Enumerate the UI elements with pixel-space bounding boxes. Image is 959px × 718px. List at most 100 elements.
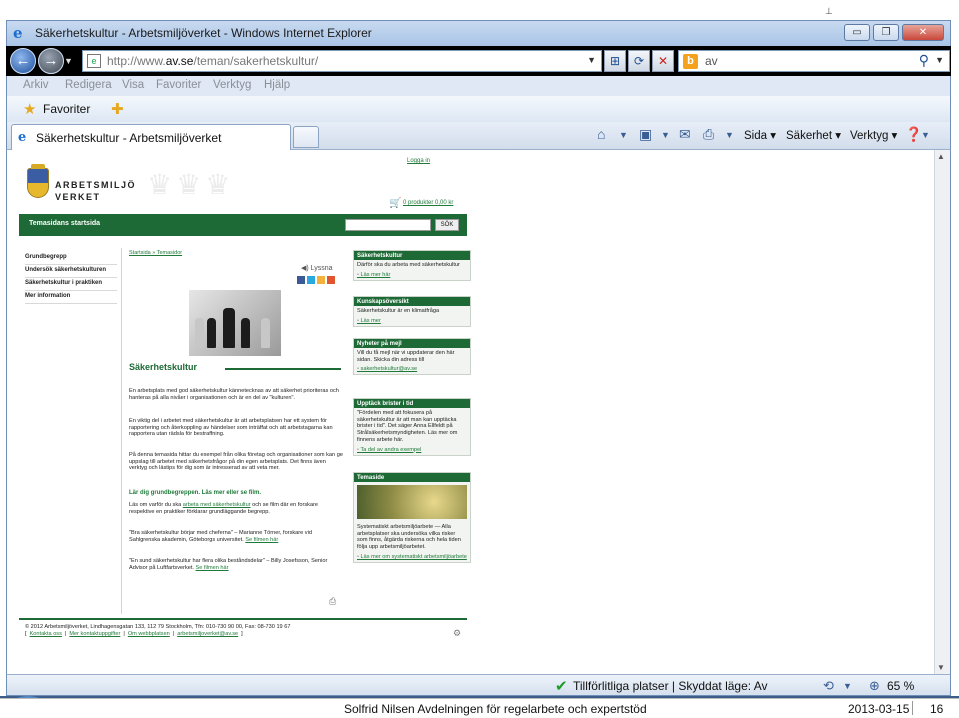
decorative-crowns-icon: ♛♛♛ [147, 169, 235, 200]
watch-film-link[interactable]: Se filmen här [196, 565, 229, 571]
protected-mode-icon[interactable]: ⟲ [823, 678, 834, 694]
page-icon: e [87, 54, 101, 68]
help-icon[interactable]: ❓ [905, 126, 922, 143]
footer-link-more-contact[interactable]: Mer kontaktuppgifter [69, 631, 120, 637]
tools-menu-button[interactable]: Verktyg ▾ [850, 128, 897, 142]
leftnav-mer-information[interactable]: Mer information [25, 291, 117, 304]
mail-icon[interactable]: ✉ [679, 126, 691, 143]
page-viewport[interactable]: Logga in ARBETSMILJÖ VERKET ♛♛♛ 🛒 0 prod… [6, 150, 951, 674]
menu-visa[interactable]: Visa [122, 79, 144, 91]
login-link[interactable]: Logga in [407, 158, 430, 164]
print-dropdown-icon[interactable]: ▼ [725, 130, 734, 140]
menu-hjalp[interactable]: Hjälp [264, 79, 290, 91]
sitemap-icon[interactable]: ⚙ [453, 629, 461, 638]
print-page-icon[interactable]: ⎙ [329, 596, 336, 607]
home-icon[interactable]: ⌂ [597, 126, 605, 142]
close-button[interactable]: ✕ [902, 24, 944, 41]
leftnav-grundbegrepp[interactable]: Grundbegrepp [25, 252, 117, 265]
leftnav-undersok[interactable]: Undersök säkerhetskulturen [25, 265, 117, 278]
heading-rule [225, 368, 341, 370]
cart-link[interactable]: 0 produkter 0,00 kr [403, 200, 453, 206]
figure-silhouette [241, 318, 250, 348]
watch-film-link[interactable]: Se filmen här [245, 537, 278, 543]
security-zone[interactable]: Tillförlitliga platser | Skyddat läge: A… [573, 679, 768, 693]
slide-date: 2013-03-15 [848, 702, 910, 716]
learn-basics-heading[interactable]: Lär dig grundbegreppen. Läs mer eller se… [129, 490, 343, 497]
print-icon[interactable]: ⎙ [703, 126, 714, 143]
menu-redigera[interactable]: Redigera [65, 79, 112, 91]
sidebar-box: Säkerhetskultur Därför ska du arbeta med… [353, 250, 471, 281]
read-more-link[interactable]: Läs mer [354, 317, 470, 326]
menu-favoriter[interactable]: Favoriter [156, 79, 201, 91]
favorites-button[interactable]: Favoriter [43, 102, 90, 116]
refresh-button[interactable]: ⟳ [628, 50, 650, 72]
facebook-icon[interactable] [297, 276, 305, 284]
twitter-icon[interactable] [307, 276, 315, 284]
ie-tab-icon: e [18, 130, 27, 145]
protected-mode-dropdown-icon[interactable]: ▼ [843, 681, 852, 691]
page-menu-button[interactable]: Sida ▾ [744, 128, 776, 142]
compatibility-view-button[interactable]: ⊞ [604, 50, 626, 72]
menu-arkiv[interactable]: Arkiv [23, 79, 49, 91]
footer-link-email[interactable]: arbetsmiljoverket@av.se [177, 631, 238, 637]
theme-image[interactable] [357, 485, 467, 519]
add-share-icon[interactable] [327, 276, 335, 284]
safety-menu-button[interactable]: Säkerhet ▾ [786, 128, 841, 142]
address-bar[interactable]: e http://www.av.se/teman/sakerhetskultur… [82, 50, 602, 72]
sidebar-box-heading: Kunskapsöversikt [354, 297, 470, 306]
sidebar-box: Temaside Systematiskt arbetsmiljöarbete … [353, 472, 471, 563]
help-dropdown-icon[interactable]: ▼ [921, 130, 930, 140]
figure-silhouette [207, 318, 216, 348]
footer-link-about[interactable]: Om webbplatsen [128, 631, 170, 637]
home-dropdown-icon[interactable]: ▼ [619, 130, 628, 140]
email-link[interactable]: sakerhetskultur@av.se [354, 365, 470, 374]
stop-button[interactable]: ✕ [652, 50, 674, 72]
search-dropdown-icon[interactable]: ▼ [935, 55, 944, 65]
address-dropdown-icon[interactable]: ▼ [587, 55, 596, 65]
search-input[interactable]: av [705, 54, 718, 68]
menu-verktyg[interactable]: Verktyg [213, 79, 251, 91]
feeds-dropdown-icon[interactable]: ▼ [661, 130, 670, 140]
read-more-link[interactable]: Läs mer om systematiskt arbetsmiljöarbet… [354, 553, 470, 562]
listen-button[interactable]: ◀) Lyssna [301, 264, 333, 272]
theme-start-link[interactable]: Temasidans startsida [29, 220, 100, 227]
slide-footer-text: Solfrid Nilsen Avdelningen för regelarbe… [344, 702, 647, 716]
site-search-input[interactable] [345, 219, 431, 231]
search-box[interactable]: b av ⚲ ▼ [678, 50, 950, 72]
breadcrumb[interactable]: Startsida » Temasidor [129, 250, 341, 256]
tab-sakerhetskultur[interactable]: e Säkerhetskultur - Arbetsmiljöverket [11, 124, 291, 150]
minimize-button[interactable]: ▭ [844, 24, 870, 41]
brand-name-line1[interactable]: ARBETSMILJÖ [55, 180, 136, 190]
leftnav-praktiken[interactable]: Säkerhetskultur i praktiken [25, 278, 117, 291]
hero-image [189, 290, 281, 356]
new-tab-button[interactable] [293, 126, 319, 148]
address-url[interactable]: http://www.av.se/teman/sakerhetskultur/ [107, 54, 318, 68]
history-dropdown-icon[interactable]: ▼ [64, 56, 73, 66]
read-more-link[interactable]: Läs mer här [354, 271, 470, 280]
other-examples-link[interactable]: Ta del av andra exempel [354, 446, 470, 455]
footer-link-contact[interactable]: Kontakta oss [30, 631, 62, 637]
vertical-scrollbar[interactable]: ▲ ▼ [934, 150, 950, 674]
cart-icon[interactable]: 🛒 [389, 198, 401, 209]
slide-footer: Solfrid Nilsen Avdelningen för regelarbe… [0, 698, 959, 718]
feeds-icon[interactable]: ▣ [639, 126, 652, 143]
sidebar-box-text: "Fördelen med att fokusera på säkerhetsk… [357, 410, 458, 443]
forward-button[interactable]: → [38, 48, 64, 74]
zoom-icon[interactable]: ⊕ [869, 678, 880, 694]
back-button[interactable]: ← [10, 48, 36, 74]
zoom-level[interactable]: 65 % [887, 679, 914, 693]
work-with-safety-link[interactable]: arbeta med säkerhetskultur [183, 502, 251, 508]
add-favorite-icon[interactable]: ✚ [111, 100, 124, 118]
search-icon[interactable]: ⚲ [919, 52, 929, 69]
share-icon[interactable] [317, 276, 325, 284]
scroll-down-icon[interactable]: ▼ [937, 663, 945, 672]
maximize-button[interactable]: ❐ [873, 24, 899, 41]
brand-name-line2[interactable]: VERKET [55, 192, 101, 202]
site-footer: © 2012 Arbetsmiljöverket, Lindhagensgata… [25, 624, 461, 638]
favorites-star-icon[interactable]: ★ [23, 100, 36, 118]
site-header-bar: Temasidans startsida SÖK [19, 214, 467, 236]
favorites-bar: ★ Favoriter ✚ [6, 96, 951, 122]
scroll-up-icon[interactable]: ▲ [937, 152, 945, 161]
site-search-button[interactable]: SÖK [435, 219, 459, 231]
window-titlebar[interactable]: e Säkerhetskultur - Arbetsmiljöverket - … [6, 20, 951, 46]
